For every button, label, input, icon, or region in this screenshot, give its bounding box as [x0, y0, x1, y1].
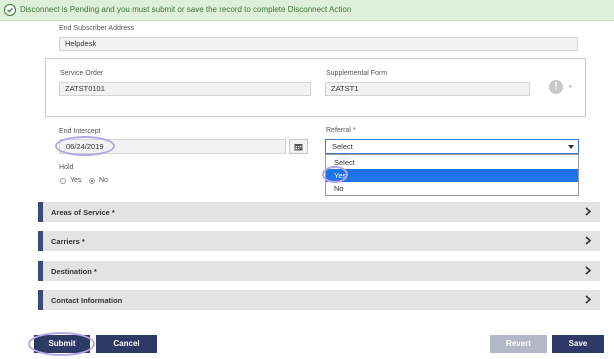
hold-no-radio[interactable]	[89, 178, 95, 184]
hold-label: Hold	[59, 164, 74, 171]
required-mark: *	[569, 85, 572, 92]
supplemental-form-label: Supplemental Form	[326, 70, 388, 77]
service-order-label: Service Order	[60, 70, 104, 77]
section-title: Contact Information	[51, 296, 123, 305]
info-icon[interactable]: !	[549, 80, 563, 94]
referral-option-yes[interactable]: Yes	[326, 169, 578, 182]
section-areas-of-service[interactable]: Areas of Service *	[38, 202, 600, 222]
hold-yes-radio[interactable]	[60, 178, 66, 184]
end-subscriber-address-field[interactable]: Helpdesk	[59, 37, 578, 51]
revert-button[interactable]: Revert	[490, 335, 547, 353]
cancel-button[interactable]: Cancel	[96, 335, 157, 353]
save-button[interactable]: Save	[552, 335, 604, 353]
referral-option-select[interactable]: Select	[326, 156, 578, 169]
referral-option-no[interactable]: No	[326, 182, 578, 195]
referral-select[interactable]: Select	[325, 139, 579, 154]
check-circle-icon	[4, 4, 16, 16]
section-contact-information[interactable]: Contact Information	[38, 290, 600, 310]
end-intercept-date-input[interactable]: 06/24/2019	[59, 139, 286, 154]
calendar-icon[interactable]	[289, 139, 308, 154]
chevron-right-icon	[585, 236, 592, 245]
submit-button[interactable]: Submit	[34, 335, 90, 353]
hold-yes-label: Yes	[70, 177, 82, 184]
section-title: Destination *	[51, 267, 97, 276]
end-intercept-label: End Intercept	[59, 128, 101, 135]
end-subscriber-address-label: End Subscriber Address	[59, 25, 135, 32]
status-message: Disconnect is Pending and you must submi…	[20, 5, 352, 14]
chevron-right-icon	[585, 266, 592, 275]
section-carriers[interactable]: Carriers *	[38, 231, 600, 251]
service-order-field[interactable]: ZATST0101	[59, 82, 311, 96]
supplemental-form-field[interactable]: ZATST1	[325, 82, 530, 96]
chevron-down-icon	[568, 145, 574, 149]
section-destination[interactable]: Destination *	[38, 261, 600, 281]
section-title: Carriers *	[51, 237, 85, 246]
referral-label: Referral *	[326, 127, 356, 134]
hold-no-label: No	[99, 177, 108, 184]
referral-dropdown-list: Select Yes No	[325, 154, 579, 196]
chevron-right-icon	[585, 295, 592, 304]
chevron-right-icon	[585, 207, 592, 216]
status-banner: Disconnect is Pending and you must submi…	[0, 0, 614, 21]
section-title: Areas of Service *	[51, 208, 115, 217]
referral-select-value: Select	[332, 142, 353, 151]
